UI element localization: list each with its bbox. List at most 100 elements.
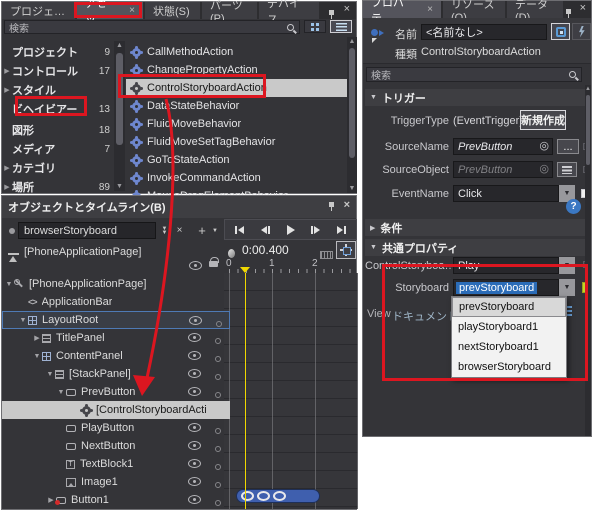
tree-row-contentpanel[interactable]: ▼ContentPanel xyxy=(2,347,224,365)
eye-icon[interactable] xyxy=(188,351,201,363)
tree-row-prevbutton[interactable]: ▼PrevButton xyxy=(2,383,224,401)
eye-icon[interactable] xyxy=(188,459,201,471)
asset-item[interactable]: CallMethodAction xyxy=(126,43,347,61)
asset-item-clipped[interactable]: MouseDragElementBehavior xyxy=(126,187,347,195)
asset-item[interactable]: InvokeCommandAction xyxy=(126,169,347,187)
name-input[interactable]: <名前なし> xyxy=(421,24,547,40)
tree-row-stackpanel[interactable]: ▼[StackPanel] xyxy=(2,365,224,383)
timeline-grid[interactable] xyxy=(224,273,358,509)
tree-row-applicationbar[interactable]: <>ApplicationBar xyxy=(2,293,224,311)
sourceobject-databind-button[interactable] xyxy=(557,162,577,177)
last-frame-button[interactable] xyxy=(337,226,346,234)
playhead-line[interactable] xyxy=(245,273,246,509)
button-icon xyxy=(66,389,76,396)
properties-view-button[interactable] xyxy=(551,23,570,40)
search-icon xyxy=(569,71,576,78)
asset-item[interactable]: GoToStateAction xyxy=(126,151,347,169)
tab-states[interactable]: 状態(S) xyxy=(145,2,200,19)
close-storyboard-button[interactable]: ▼▼ xyxy=(158,222,171,239)
tab-data[interactable]: データ(D) xyxy=(507,1,563,18)
conditions-section-header[interactable]: ▶ 条件 xyxy=(365,219,587,236)
close-icon[interactable]: × xyxy=(344,200,350,211)
behavior-gear-icon xyxy=(132,138,141,147)
lock-toggle-icon[interactable] xyxy=(215,479,221,491)
previous-frame-button[interactable] xyxy=(261,226,270,234)
lock-toggle-icon[interactable] xyxy=(215,443,221,455)
scope-up-label[interactable]: [PhoneApplicationPage] xyxy=(24,246,141,258)
search-icon xyxy=(287,24,294,31)
new-trigger-button[interactable]: 新規作成 xyxy=(520,110,566,130)
eye-icon[interactable] xyxy=(188,495,201,507)
eye-icon[interactable] xyxy=(188,333,201,345)
tree-row-button1[interactable]: ▶Button1 xyxy=(2,491,224,509)
tab-resources[interactable]: リソース(O) xyxy=(443,1,505,18)
tree-row-controlstoryboardaction-selected[interactable]: [ControlStoryboardActi xyxy=(2,401,230,419)
first-frame-button[interactable] xyxy=(235,226,244,234)
grid-view-button[interactable] xyxy=(304,20,326,33)
play-button[interactable] xyxy=(287,225,295,235)
visibility-column-eye-icon[interactable] xyxy=(189,257,202,275)
properties-scrollbar[interactable]: ▲ xyxy=(585,85,591,436)
eye-icon[interactable] xyxy=(188,369,201,381)
asset-item[interactable]: FluidMoveSetTagBehavior xyxy=(126,133,347,151)
scope-up-icon[interactable] xyxy=(8,249,19,267)
grid-view-icon xyxy=(311,23,319,31)
tab-projects[interactable]: プロジェ… xyxy=(2,2,75,19)
add-storyboard-button[interactable]: + xyxy=(195,222,209,239)
playhead-handle[interactable] xyxy=(240,267,250,273)
lock-toggle-icon[interactable] xyxy=(215,389,221,401)
eye-icon[interactable] xyxy=(189,316,202,328)
lock-toggle-icon[interactable] xyxy=(215,353,221,365)
behavior-gear-icon xyxy=(132,120,141,129)
assets-search-input[interactable]: 検索 xyxy=(4,20,300,34)
tree-row-image1[interactable]: Image1 xyxy=(2,473,224,491)
lock-toggle-icon[interactable] xyxy=(215,497,221,509)
sourcename-input[interactable]: PrevButton ◎ xyxy=(453,138,553,155)
lock-toggle-icon[interactable] xyxy=(215,371,221,383)
lock-toggle-icon[interactable] xyxy=(215,335,221,347)
trigger-section-header[interactable]: ▼ トリガー xyxy=(365,89,587,106)
stack-panel-icon xyxy=(42,334,51,343)
sourcename-label: SourceName xyxy=(363,141,449,153)
tree-row-layoutroot[interactable]: ▼LayoutRoot xyxy=(2,311,230,329)
tab-parts[interactable]: パーツ(P) xyxy=(202,2,257,19)
eye-icon[interactable] xyxy=(188,423,201,435)
tree-row-nextbutton[interactable]: NextButton xyxy=(2,437,224,455)
tab-devices[interactable]: デバイス… xyxy=(259,2,319,19)
eye-icon[interactable] xyxy=(188,477,201,489)
tree-row-playbutton[interactable]: PlayButton xyxy=(2,419,224,437)
storyboard-menu-caret[interactable]: ▼ xyxy=(209,222,221,239)
tree-row-titlepanel[interactable]: ▶TitlePanel xyxy=(2,329,224,347)
keyframe-compound-badge[interactable] xyxy=(236,489,320,503)
lock-toggle-icon[interactable] xyxy=(215,425,221,437)
sourceobject-input[interactable]: PrevButton ◎ xyxy=(453,161,553,178)
asset-item[interactable]: FluidMoveBehavior xyxy=(126,115,347,133)
sourcename-picker-button[interactable]: ... xyxy=(557,139,579,154)
behavior-gear-icon xyxy=(132,48,141,57)
asset-item[interactable]: DataStateBehavior xyxy=(126,97,347,115)
eventname-combo[interactable]: Click xyxy=(453,185,559,202)
asset-items-scrollbar[interactable]: ▲ ▼ xyxy=(347,37,357,193)
tree-row-phoneapplicationpage[interactable]: ▼[PhoneApplicationPage] xyxy=(2,275,224,293)
properties-search-input[interactable]: 検索 xyxy=(366,67,582,82)
close-icon[interactable]: × xyxy=(344,4,350,15)
eye-icon[interactable] xyxy=(188,387,201,399)
close-icon[interactable]: × xyxy=(580,3,586,14)
storyboard-name-box[interactable]: browserStoryboard xyxy=(18,222,156,239)
eye-icon[interactable] xyxy=(188,441,201,453)
button-icon xyxy=(66,425,76,432)
playhead-time[interactable]: 0:00.400 xyxy=(242,243,289,257)
pin-icon[interactable] xyxy=(327,202,336,214)
lock-toggle-icon[interactable] xyxy=(215,461,221,473)
tree-row-textblock1[interactable]: TTextBlock1 xyxy=(2,455,224,473)
next-frame-button[interactable] xyxy=(311,226,320,234)
help-button[interactable]: ? xyxy=(566,199,581,214)
common-properties-header[interactable]: ▼ 共通プロパティ xyxy=(365,239,587,256)
snap-toggle-button[interactable] xyxy=(336,241,356,259)
events-view-button[interactable] xyxy=(572,23,591,40)
tab-properties[interactable]: プロパテ…× xyxy=(363,1,441,18)
tab-close-icon[interactable]: × xyxy=(427,4,433,15)
lock-column-icon[interactable] xyxy=(209,255,218,273)
delete-storyboard-button[interactable]: × xyxy=(173,222,186,239)
list-view-button[interactable] xyxy=(330,20,352,33)
